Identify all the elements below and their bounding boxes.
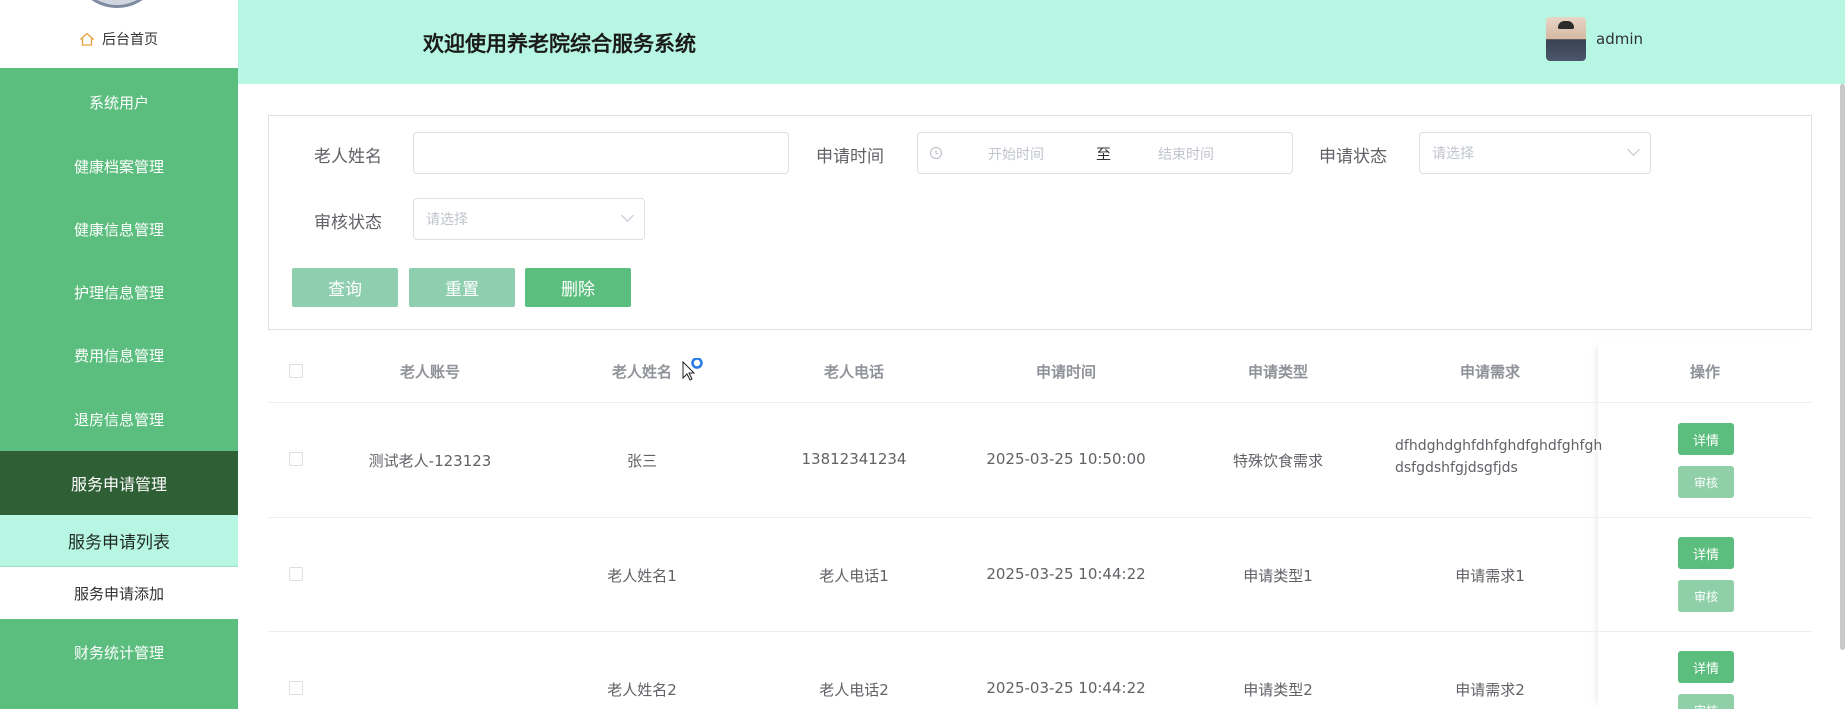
cell-phone: 老人电话2: [819, 681, 889, 699]
sidebar-item-label: 服务申请添加: [73, 584, 164, 603]
cell-time: 2025-03-25 10:50:00: [986, 450, 1146, 468]
sidebar-item-label: 健康档案管理: [73, 157, 164, 176]
sidebar-item-health-info[interactable]: 健康信息管理: [0, 197, 238, 261]
status-select[interactable]: 请选择: [1419, 132, 1651, 174]
sidebar-home-label: 后台首页: [102, 32, 158, 48]
col-header-type[interactable]: 申请类型: [1178, 361, 1378, 382]
sidebar-item-label: 费用信息管理: [73, 346, 164, 365]
username: admin: [1596, 30, 1643, 48]
page-title: 欢迎使用养老院综合服务系统: [423, 32, 696, 56]
col-header-account[interactable]: 老人账号: [330, 361, 530, 382]
sidebar: 后台首页 系统用户 健康档案管理 健康信息管理 护理信息管理 费用信息管理 退房…: [0, 0, 238, 709]
sidebar-home[interactable]: 后台首页: [0, 0, 238, 68]
sidebar-item-label: 系统用户: [88, 93, 149, 112]
cell-type: 特殊饮食需求: [1232, 452, 1323, 470]
review-label: 审核状态: [314, 213, 382, 233]
cell-phone: 13812341234: [801, 450, 907, 468]
delete-button[interactable]: 删除: [525, 268, 631, 307]
sidebar-item-nursing-info[interactable]: 护理信息管理: [0, 260, 238, 324]
sidebar-item-service-requests[interactable]: 服务申请管理: [0, 451, 238, 515]
query-button[interactable]: 查询: [292, 268, 398, 307]
row-divider: [268, 517, 1812, 518]
mouse-cursor-icon: [681, 357, 703, 386]
audit-button[interactable]: 审核: [1678, 580, 1734, 612]
sidebar-item-label: 护理信息管理: [73, 283, 164, 302]
name-label: 老人姓名: [314, 147, 382, 167]
select-all-checkbox[interactable]: [289, 364, 303, 378]
cell-need: 申请需求1: [1455, 567, 1525, 585]
avatar: [1546, 17, 1586, 61]
cell-account: 测试老人-123123: [368, 452, 492, 470]
audit-button[interactable]: 审核: [1678, 466, 1734, 498]
sidebar-item-label: 退房信息管理: [73, 410, 164, 429]
detail-button[interactable]: 详情: [1678, 537, 1734, 569]
chevron-down-icon: [1627, 143, 1640, 156]
chevron-down-icon: [621, 209, 634, 222]
date-range-picker[interactable]: 开始时间 至 结束时间: [917, 132, 1293, 174]
name-input[interactable]: [413, 132, 789, 174]
sidebar-item-checkout-info[interactable]: 退房信息管理: [0, 387, 238, 451]
user-menu[interactable]: admin: [1546, 17, 1643, 61]
review-placeholder: 请选择: [426, 212, 468, 228]
cell-name: 张三: [626, 452, 657, 470]
sidebar-item-system-users[interactable]: 系统用户: [0, 70, 238, 134]
cell-time: 2025-03-25 10:44:22: [986, 679, 1146, 697]
top-header: 欢迎使用养老院综合服务系统 admin: [238, 0, 1845, 84]
page-scrollbar[interactable]: [1840, 84, 1845, 650]
col-header-name[interactable]: 老人姓名: [542, 361, 742, 382]
search-panel: 老人姓名 申请时间 开始时间 至 结束时间 申请状态 请选择 审核状态 请选择 …: [268, 115, 1812, 330]
end-time-input[interactable]: 结束时间: [1158, 144, 1214, 164]
sidebar-item-label: 财务统计管理: [73, 643, 164, 662]
detail-button[interactable]: 详情: [1678, 651, 1734, 683]
row-divider: [268, 402, 1812, 403]
cell-need-line: dfhdghdghfdhfghdfghdfghfgh: [1395, 438, 1603, 454]
cell-need-line: dsfgdshfgjdsgfjds: [1395, 460, 1518, 476]
cell-name: 老人姓名1: [607, 567, 677, 585]
cell-type: 申请类型1: [1243, 567, 1313, 585]
status-label: 申请状态: [1319, 147, 1387, 167]
row-divider: [268, 631, 1812, 632]
col-header-phone[interactable]: 老人电话: [754, 361, 954, 382]
cell-name: 老人姓名2: [607, 681, 677, 699]
cell-type: 申请类型2: [1243, 681, 1313, 699]
reset-button[interactable]: 重置: [409, 268, 515, 307]
home-icon: [79, 32, 95, 46]
start-time-input[interactable]: 开始时间: [988, 144, 1044, 164]
sidebar-item-health-records[interactable]: 健康档案管理: [0, 134, 238, 198]
clock-icon: [929, 146, 943, 164]
cell-need: dfhdghdghfdhfghdfghdfghfgh dsfgdshfgjdsg…: [1395, 438, 1603, 476]
col-header-need[interactable]: 申请需求: [1390, 361, 1590, 382]
sidebar-item-finance-stats[interactable]: 财务统计管理: [0, 620, 238, 684]
col-header-time[interactable]: 申请时间: [966, 361, 1166, 382]
sidebar-item-label: 服务申请管理: [70, 475, 167, 494]
col-header-actions: 操作: [1689, 363, 1720, 381]
audit-button[interactable]: 审核: [1678, 694, 1734, 709]
status-placeholder: 请选择: [1432, 146, 1474, 162]
sidebar-item-label: 服务申请列表: [68, 533, 170, 553]
sidebar-item-label: 健康信息管理: [73, 220, 164, 239]
detail-button[interactable]: 详情: [1678, 423, 1734, 455]
cell-phone: 老人电话1: [819, 567, 889, 585]
sidebar-subitem-service-list[interactable]: 服务申请列表: [0, 515, 238, 567]
range-separator: 至: [1096, 145, 1112, 163]
sidebar-item-fee-info[interactable]: 费用信息管理: [0, 323, 238, 387]
row-checkbox[interactable]: [289, 452, 303, 466]
row-checkbox[interactable]: [289, 681, 303, 695]
cell-time: 2025-03-25 10:44:22: [986, 565, 1146, 583]
sidebar-subitem-service-add[interactable]: 服务申请添加: [0, 567, 238, 619]
row-checkbox[interactable]: [289, 567, 303, 581]
review-select[interactable]: 请选择: [413, 198, 645, 240]
time-label: 申请时间: [816, 147, 884, 167]
cell-need: 申请需求2: [1455, 681, 1525, 699]
